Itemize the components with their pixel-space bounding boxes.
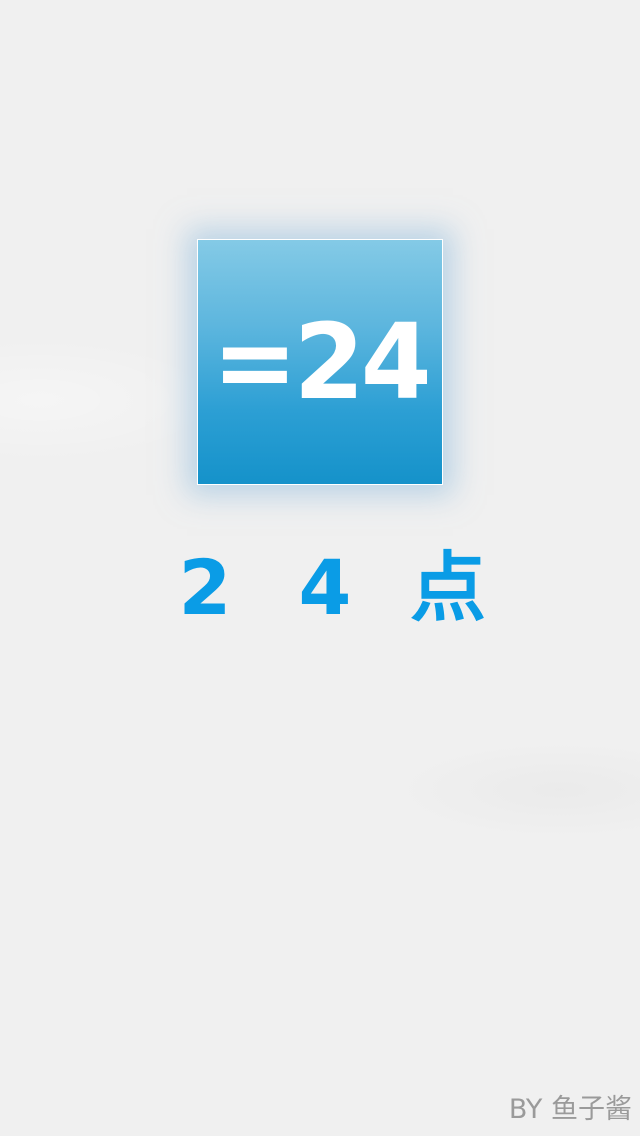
- app-title: 2 4 点: [170, 543, 486, 632]
- app-icon: =24: [197, 239, 443, 485]
- app-title-char: 4: [298, 543, 352, 632]
- app-title-char: 点: [410, 543, 486, 632]
- app-icon-label: =24: [212, 301, 431, 423]
- author-credit: BY 鱼子酱: [508, 1094, 632, 1125]
- app-title-char: 2: [178, 543, 232, 632]
- splash-screen: =24 2 4 点 BY 鱼子酱: [0, 0, 640, 1136]
